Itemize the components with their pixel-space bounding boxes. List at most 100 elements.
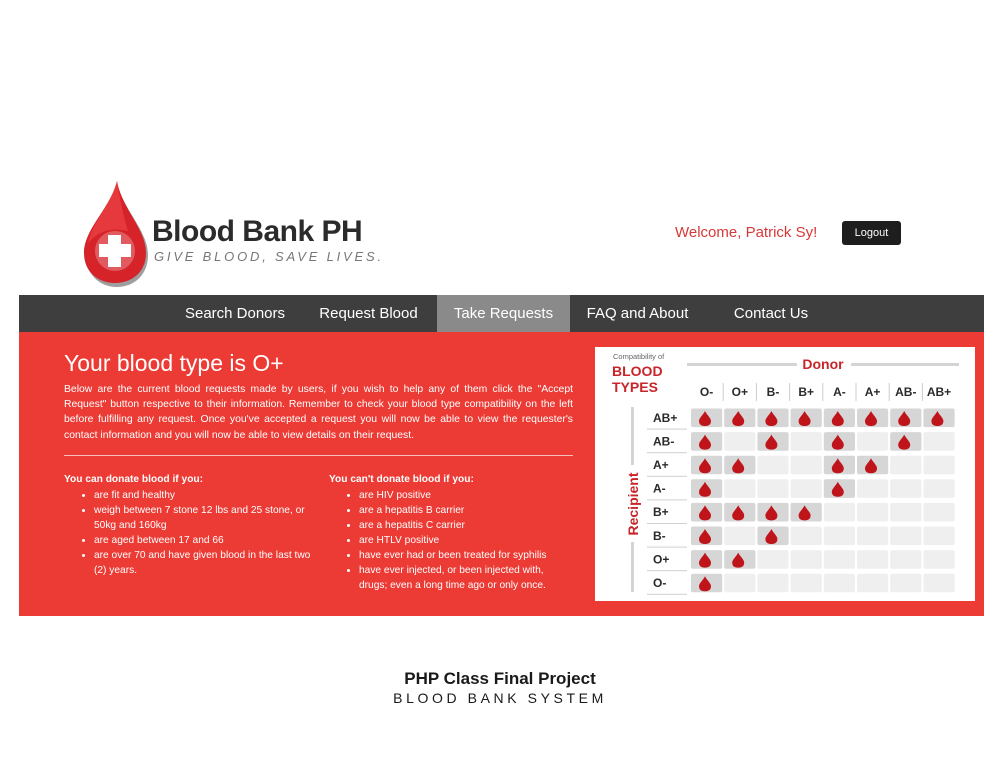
row-separator xyxy=(647,428,687,430)
column-separator xyxy=(722,383,724,401)
compat-cell xyxy=(790,550,822,569)
compat-cell xyxy=(890,550,922,569)
compat-cell xyxy=(823,573,855,593)
compat-cell xyxy=(923,550,955,569)
row-separator xyxy=(647,593,687,595)
compat-cell xyxy=(857,432,889,451)
row-separator xyxy=(647,570,687,572)
list-item: are a hepatitis B carrier xyxy=(359,503,573,518)
welcome-message: Welcome, Patrick Sy! xyxy=(675,224,818,241)
compat-cell xyxy=(823,502,855,522)
donor-type-label: O- xyxy=(700,385,713,399)
compat-cell xyxy=(857,479,889,498)
compatibility-chart: Compatibility of BLOOD TYPES Donor Recip… xyxy=(595,347,975,601)
donor-type-label: B+ xyxy=(798,385,814,399)
blood-drop-cross-icon xyxy=(84,181,148,287)
cant-donate-section: You can't donate blood if you: are HIV p… xyxy=(329,472,573,593)
donor-type-label: AB+ xyxy=(927,385,951,399)
list-item: have ever had or been treated for syphil… xyxy=(359,548,573,563)
footer-title: PHP Class Final Project xyxy=(404,669,596,688)
recipient-type-label: AB+ xyxy=(653,411,677,425)
list-item: have ever injected, or been injected wit… xyxy=(359,563,573,593)
list-item: are over 70 and have given blood in the … xyxy=(94,548,312,578)
logout-button[interactable]: Logout xyxy=(842,221,901,245)
list-item: are HTLV positive xyxy=(359,533,573,548)
list-item: are HIV positive xyxy=(359,488,573,503)
nav-search-donors[interactable]: Search Donors xyxy=(170,295,300,332)
nav-request-blood[interactable]: Request Blood xyxy=(302,295,435,332)
nav-take-requests[interactable]: Take Requests xyxy=(437,295,570,332)
compat-cell xyxy=(757,455,789,475)
compat-cell xyxy=(823,526,855,546)
recipient-type-label: O- xyxy=(653,576,666,590)
compat-cell xyxy=(890,573,922,593)
compat-cell xyxy=(890,526,922,546)
compat-cell xyxy=(757,479,789,498)
recipient-rule-bottom xyxy=(631,542,634,592)
compat-cell xyxy=(724,526,756,546)
compat-cell xyxy=(757,573,789,593)
nav-faq-about[interactable]: FAQ and About xyxy=(572,295,703,332)
page-title: Your blood type is O+ xyxy=(64,350,284,376)
compat-cell xyxy=(923,573,955,593)
compat-cell xyxy=(890,455,922,475)
compat-cell xyxy=(857,526,889,546)
compat-cell xyxy=(857,550,889,569)
can-donate-section: You can donate blood if you: are fit and… xyxy=(64,472,312,578)
recipient-type-label: A+ xyxy=(653,458,669,472)
column-separator xyxy=(822,383,824,401)
recipient-type-label: B- xyxy=(653,529,666,543)
donor-rule-left xyxy=(687,363,797,366)
donor-type-label: AB- xyxy=(895,385,916,399)
row-separator xyxy=(647,475,687,477)
compat-cell xyxy=(757,550,789,569)
donor-label: Donor xyxy=(802,356,844,372)
can-donate-list: are fit and healthy weigh between 7 ston… xyxy=(64,488,312,578)
donor-type-label: B- xyxy=(767,385,780,399)
cant-donate-title: You can't donate blood if you: xyxy=(329,474,474,485)
main-nav: Search Donors Request Blood Take Request… xyxy=(19,295,984,332)
compatibility-chart-graphic: Compatibility of BLOOD TYPES Donor Recip… xyxy=(612,352,959,595)
list-item: are aged between 17 and 66 xyxy=(94,533,312,548)
compat-cell xyxy=(724,432,756,451)
compat-cell xyxy=(890,479,922,498)
nav-contact-us[interactable]: Contact Us xyxy=(709,295,833,332)
recipient-type-label: O+ xyxy=(653,552,669,566)
column-separator xyxy=(755,383,757,401)
list-item: are fit and healthy xyxy=(94,488,312,503)
column-separator xyxy=(921,383,923,401)
compat-cell xyxy=(923,432,955,451)
intro-text: Below are the current blood requests mad… xyxy=(64,384,573,441)
compat-cell xyxy=(923,502,955,522)
main-panel: Your blood type is O+ Below are the curr… xyxy=(19,332,984,616)
recipient-type-label: A- xyxy=(653,482,666,496)
column-separator xyxy=(789,383,791,401)
recipient-label: Recipient xyxy=(625,472,641,535)
logo[interactable]: Blood Bank PH GIVE BLOOD, SAVE LIVES. xyxy=(82,181,382,289)
divider xyxy=(64,455,573,456)
donor-rule-right xyxy=(851,363,959,366)
compat-cell xyxy=(790,573,822,593)
donor-type-label: O+ xyxy=(732,385,748,399)
compat-cell xyxy=(724,573,756,593)
compat-cell xyxy=(923,479,955,498)
logo-title: Blood Bank PH xyxy=(152,215,363,248)
compat-cell xyxy=(923,455,955,475)
chart-title-line2: TYPES xyxy=(612,379,658,395)
compat-cell xyxy=(790,479,822,498)
can-donate-title: You can donate blood if you: xyxy=(64,474,204,485)
compat-cell xyxy=(923,526,955,546)
recipient-type-label: B+ xyxy=(653,505,669,519)
column-separator xyxy=(888,383,890,401)
donor-type-label: A- xyxy=(833,385,846,399)
row-separator xyxy=(647,523,687,524)
cant-donate-list: are HIV positive are a hepatitis B carri… xyxy=(329,488,573,593)
compat-cell xyxy=(724,479,756,498)
row-separator xyxy=(647,546,687,548)
row-separator xyxy=(647,452,687,454)
list-item: weigh between 7 stone 12 lbs and 25 ston… xyxy=(94,503,312,533)
compat-cell xyxy=(790,526,822,546)
chart-caption: Compatibility of xyxy=(613,352,665,361)
row-separator xyxy=(647,499,687,501)
column-separator xyxy=(855,383,857,401)
